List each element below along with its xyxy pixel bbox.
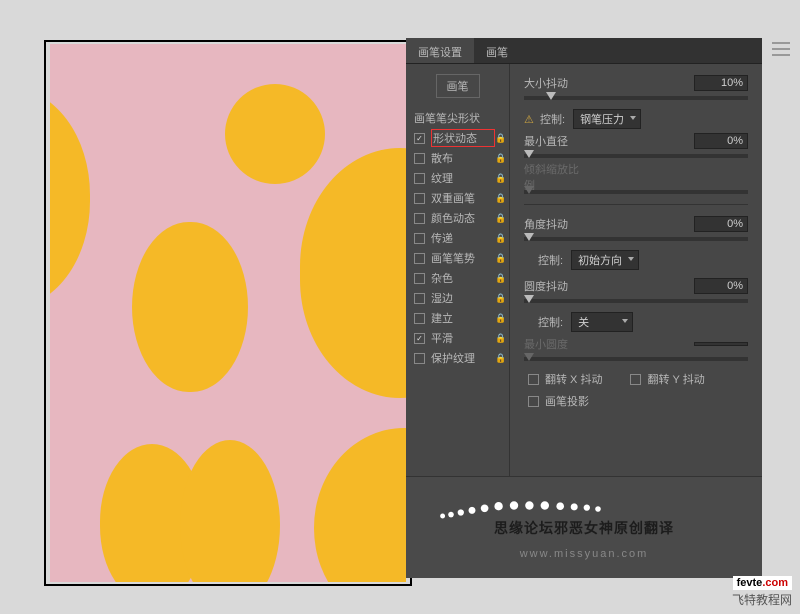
roundness-control-select[interactable]: 关 [571,312,633,332]
row-label: 平滑 [431,330,495,346]
control-label: 控制: [538,314,563,330]
checkbox[interactable] [414,173,425,184]
checkbox[interactable] [414,153,425,164]
angle-control-select[interactable]: 初始方向 [571,250,639,270]
brush-presets-button[interactable]: 画笔 [436,74,480,98]
watermark-text: 思缘论坛邪恶女神原创翻译 [406,518,762,538]
checkbox[interactable] [414,333,425,344]
min-diameter-value[interactable]: 0% [694,133,748,149]
letter-shape [180,440,280,582]
lock-icon[interactable]: 🔒 [495,313,505,324]
roundness-jitter-label: 圆度抖动 [524,278,584,294]
dual-brush-row[interactable]: 双重画笔 🔒 [406,188,509,208]
tab-brush[interactable]: 画笔 [474,38,520,63]
lock-icon[interactable]: 🔒 [495,153,505,164]
flip-x-checkbox[interactable] [528,374,539,385]
row-label: 湿边 [431,290,495,306]
wet-edges-row[interactable]: 湿边 🔒 [406,288,509,308]
transfer-row[interactable]: 传递 🔒 [406,228,509,248]
row-label: 杂色 [431,270,495,286]
min-diameter-label: 最小直径 [524,133,584,149]
row-label: 画笔笔势 [431,250,495,266]
tab-brush-settings[interactable]: 画笔设置 [406,38,474,63]
letter-shape [225,84,325,184]
lock-icon[interactable]: 🔒 [495,273,505,284]
brush-preview: 思缘论坛邪恶女神原创翻译 www.missyuan.com [406,476,762,578]
checkbox[interactable] [414,353,425,364]
size-jitter-slider[interactable] [524,96,748,100]
brush-tip-shape-row[interactable]: 画笔笔尖形状 [406,108,509,128]
row-label: 形状动态 [431,129,495,147]
scattering-row[interactable]: 散布 🔒 [406,148,509,168]
min-diameter-slider[interactable] [524,154,748,158]
brush-projection-checkbox[interactable] [528,396,539,407]
checkbox[interactable] [414,233,425,244]
min-roundness-value [694,342,748,346]
control-select-pen-pressure[interactable]: 钢笔压力 [573,109,641,129]
lock-icon[interactable]: 🔒 [495,173,505,184]
min-roundness-label: 最小圆度 [524,336,584,352]
texture-row[interactable]: 纹理 🔒 [406,168,509,188]
lock-icon[interactable]: 🔒 [495,293,505,304]
row-label: 双重画笔 [431,190,495,206]
brush-settings-panel: 画笔设置 画笔 画笔 画笔笔尖形状 形状动态 🔒 散布 🔒 纹理 [406,38,762,578]
control-label: 控制: [540,111,565,127]
min-roundness-slider [524,357,748,361]
letter-shape [50,88,90,308]
row-label: 建立 [431,310,495,326]
protect-texture-row[interactable]: 保护纹理 🔒 [406,348,509,368]
watermark-url: www.missyuan.com [406,548,762,560]
row-label: 保护纹理 [431,350,495,366]
site-watermark: fevte.com 飞特教程网 [732,576,792,608]
tilt-scale-slider [524,190,748,194]
checkbox[interactable] [414,193,425,204]
control-label: 控制: [538,252,563,268]
roundness-jitter-slider[interactable] [524,299,748,303]
letter-shape [314,428,406,582]
row-label: 散布 [431,150,495,166]
flip-y-label: 翻转 Y 抖动 [647,371,704,387]
row-label: 传递 [431,230,495,246]
checkbox[interactable] [414,273,425,284]
lock-icon[interactable]: 🔒 [495,233,505,244]
size-jitter-value[interactable]: 10% [694,75,748,91]
checkbox[interactable] [414,313,425,324]
checkbox[interactable] [414,293,425,304]
row-label: 颜色动态 [431,210,495,226]
letter-shape [132,222,248,392]
noise-row[interactable]: 杂色 🔒 [406,268,509,288]
lock-icon[interactable]: 🔒 [495,253,505,264]
checkbox[interactable] [414,253,425,264]
panel-tabs: 画笔设置 画笔 [406,38,762,64]
shape-dynamics-row[interactable]: 形状动态 🔒 [406,128,509,148]
flip-x-label: 翻转 X 抖动 [545,371,602,387]
row-label: 画笔笔尖形状 [414,110,505,126]
brush-pose-row[interactable]: 画笔笔势 🔒 [406,248,509,268]
lock-icon[interactable]: 🔒 [495,213,505,224]
smoothing-row[interactable]: 平滑 🔒 [406,328,509,348]
warning-icon: ⚠ [524,113,538,126]
angle-jitter-value[interactable]: 0% [694,216,748,232]
brush-projection-label: 画笔投影 [545,393,589,409]
lock-icon[interactable]: 🔒 [495,133,505,144]
panel-menu-icon[interactable] [772,42,790,56]
color-dynamics-row[interactable]: 颜色动态 🔒 [406,208,509,228]
lock-icon[interactable]: 🔒 [495,353,505,364]
size-jitter-label: 大小抖动 [524,75,584,91]
checkbox[interactable] [414,133,425,144]
canvas[interactable] [50,44,406,582]
row-label: 纹理 [431,170,495,186]
angle-jitter-slider[interactable] [524,237,748,241]
roundness-jitter-value[interactable]: 0% [694,278,748,294]
letter-shape [300,148,406,398]
build-up-row[interactable]: 建立 🔒 [406,308,509,328]
flip-y-checkbox[interactable] [630,374,641,385]
angle-jitter-label: 角度抖动 [524,216,584,232]
checkbox[interactable] [414,213,425,224]
lock-icon[interactable]: 🔒 [495,333,505,344]
lock-icon[interactable]: 🔒 [495,193,505,204]
